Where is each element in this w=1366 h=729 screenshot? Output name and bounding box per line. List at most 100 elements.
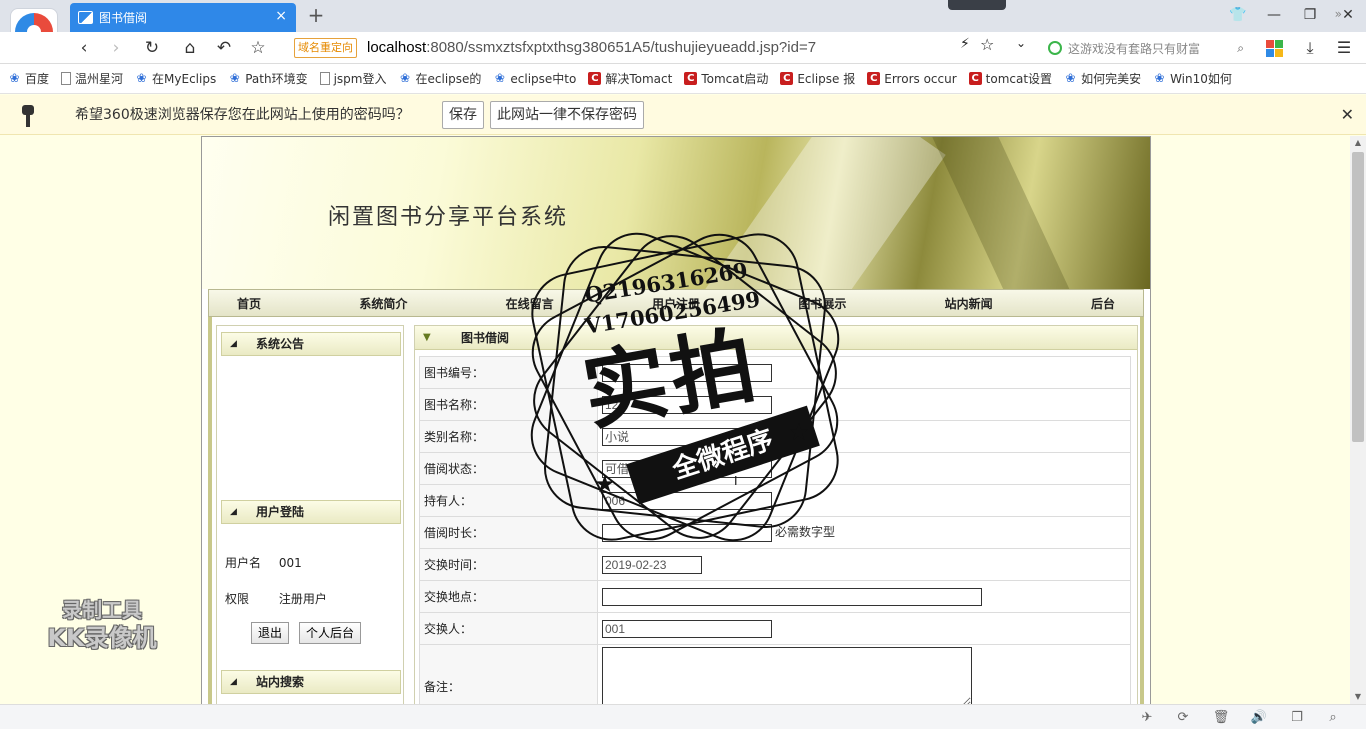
speedup-icon[interactable]: ✈ (1138, 709, 1156, 727)
sidebar: ◢ 系统公告 ◢ 用户登陆 用户名 001 权限 注册用户 退出 个人后台 ◢ … (216, 325, 404, 704)
bookmark-item[interactable]: ❀ Path环境变 (228, 70, 308, 87)
form-row: 图书编号： (419, 356, 1131, 389)
bookmark-item[interactable]: C Tomcat启动 (684, 70, 768, 87)
paw-icon: ❀ (9, 71, 20, 85)
personal-backend-button[interactable]: 个人后台 (299, 622, 362, 644)
bookmark-label: 解决Tomact (605, 72, 673, 86)
nav-item[interactable]: 首页 (237, 295, 261, 312)
save-password-button[interactable]: 保存 (442, 101, 484, 129)
password-message: 希望360极速浏览器保存您在此网站上使用的密码吗？ (75, 107, 410, 123)
skin-icon[interactable]: 👕 (1228, 5, 1248, 25)
lightning-icon[interactable]: ⚡ (960, 36, 970, 52)
bookmark-label: 在eclipse的 (415, 72, 482, 86)
bookmark-item[interactable]: ❀ eclipse中to (493, 70, 576, 87)
bookmark-item[interactable]: ❀ Win10如何 (1153, 70, 1232, 87)
undo-icon[interactable]: ↶ (212, 36, 236, 60)
bookmarks-more-icon[interactable]: » (1335, 7, 1342, 21)
back-icon[interactable]: ‹ (72, 36, 96, 60)
tab-active[interactable]: 图书借阅 × (70, 3, 296, 32)
nav-item[interactable]: 系统简介 (359, 295, 407, 312)
book-name-input[interactable] (602, 395, 772, 414)
nav-item[interactable]: 站内新闻 (945, 295, 993, 312)
bookmark-item[interactable]: ❀ 在MyEclips (135, 70, 217, 87)
csdn-icon: C (780, 72, 794, 85)
bookmark-item[interactable]: jspm登入 (319, 70, 387, 87)
logout-button[interactable]: 退出 (251, 622, 290, 644)
role-label: 权限 (225, 592, 250, 606)
minimize-icon[interactable]: — (1264, 5, 1284, 25)
doc-icon (61, 72, 72, 85)
menu-icon[interactable]: ☰ (1332, 36, 1356, 60)
text-cursor-icon: I (734, 474, 738, 488)
book-id-input[interactable] (602, 363, 772, 382)
field-label: 图书名称： (419, 388, 598, 421)
url-text[interactable]: localhost:8080/ssmxztsfxptxthsg380651A5/… (367, 36, 816, 60)
bookmark-label: 如何完美安 (1081, 72, 1142, 86)
nav-item[interactable]: 后台 (1091, 295, 1115, 312)
username-value: 001 (278, 556, 302, 570)
nav-item[interactable]: 图书展示 (798, 295, 846, 312)
remark-textarea[interactable] (602, 647, 972, 704)
url-actions: ⚡ ☆ ⌄ (958, 35, 1038, 60)
window-icon[interactable]: ❐ (1288, 709, 1306, 727)
nav-item[interactable]: 在线留言 (506, 295, 554, 312)
field-label: 持有人： (419, 484, 598, 517)
field-label: 交换时间： (419, 548, 598, 581)
form-row: 交换地点： (419, 580, 1131, 613)
redirect-badge[interactable]: 域名重定向 (294, 38, 357, 58)
nav-item[interactable]: 用户注册 (652, 295, 700, 312)
borrow-status-input[interactable] (602, 459, 772, 478)
new-tab-button[interactable]: + (306, 3, 326, 27)
scroll-up-icon[interactable]: ▲ (1350, 136, 1366, 150)
search-header: ◢ 站内搜索 (221, 670, 401, 694)
recorder-line1: 录制工具 (62, 598, 142, 622)
download-icon[interactable]: ⤓ (1298, 36, 1322, 60)
paw-icon: ❀ (229, 71, 240, 85)
refresh-status-icon[interactable]: ⟳ (1174, 709, 1192, 727)
zoom-icon[interactable]: ⌕ (1324, 709, 1342, 727)
exchanger-input[interactable] (602, 619, 772, 638)
scroll-down-icon[interactable]: ▼ (1350, 690, 1366, 704)
favorite-star-icon[interactable]: ☆ (246, 36, 270, 60)
bookmark-item[interactable]: C Eclipse 报 (780, 70, 855, 87)
page-scrollbar[interactable]: ▲ ▼ (1350, 136, 1366, 704)
reload-icon[interactable]: ↻ (140, 36, 164, 60)
bookmark-item[interactable]: C 解决Tomact (588, 70, 672, 87)
trash-icon[interactable]: 🗑 (1212, 709, 1230, 727)
bookmark-item[interactable]: ❀ 如何完美安 (1064, 70, 1142, 87)
bookmark-item[interactable]: C Errors occur (867, 72, 957, 86)
volume-icon[interactable]: 🔊 (1250, 709, 1268, 727)
category-input[interactable] (602, 427, 772, 446)
borrow-header: ▼ 图书借阅 (415, 326, 1137, 350)
field-label: 借阅时长： (419, 516, 598, 549)
scroll-thumb[interactable] (1352, 152, 1364, 442)
chevron-down-icon[interactable]: ⌄ (1016, 36, 1026, 50)
close-bar-icon[interactable]: ✕ (1341, 105, 1354, 124)
search-icon[interactable]: ⌕ (1237, 41, 1244, 56)
notice-header: ◢ 系统公告 (221, 332, 401, 356)
never-save-button[interactable]: 此网站一律不保存密码 (490, 101, 644, 129)
tab-close-icon[interactable]: × (275, 8, 287, 24)
bookmark-item[interactable]: ❀ 在eclipse的 (399, 70, 482, 87)
exchange-time-input[interactable] (602, 555, 702, 574)
holder-input[interactable] (602, 491, 772, 510)
collapse-triangle-icon: ◢ (230, 677, 237, 687)
tab-title: 图书借阅 (99, 11, 148, 25)
exchange-place-input[interactable] (602, 587, 982, 606)
bookmark-item[interactable]: Ctomcat设置 (968, 70, 1052, 87)
maximize-icon[interactable]: ❐ (1300, 5, 1320, 25)
url-field[interactable]: 域名重定向 localhost:8080/ssmxztsfxptxthsg380… (290, 36, 1036, 60)
forward-icon[interactable]: › (104, 36, 128, 60)
bookmark-item[interactable]: ❀ 百度 (8, 70, 49, 87)
apps-icon[interactable] (1262, 36, 1286, 60)
bookmark-label: eclipse中to (510, 72, 577, 86)
home-icon[interactable]: ⌂ (178, 36, 202, 60)
role-row: 权限 注册用户 (225, 590, 327, 607)
bookmark-star-icon[interactable]: ☆ (980, 35, 994, 54)
search-box[interactable]: 这游戏没有套路只有财富 ⌕ (1042, 36, 1252, 60)
duration-input[interactable] (602, 523, 772, 542)
doc-icon (319, 72, 330, 85)
collapse-triangle-icon: ◢ (230, 507, 237, 517)
image-icon (78, 11, 93, 24)
bookmark-item[interactable]: 温州星河 (61, 70, 123, 87)
